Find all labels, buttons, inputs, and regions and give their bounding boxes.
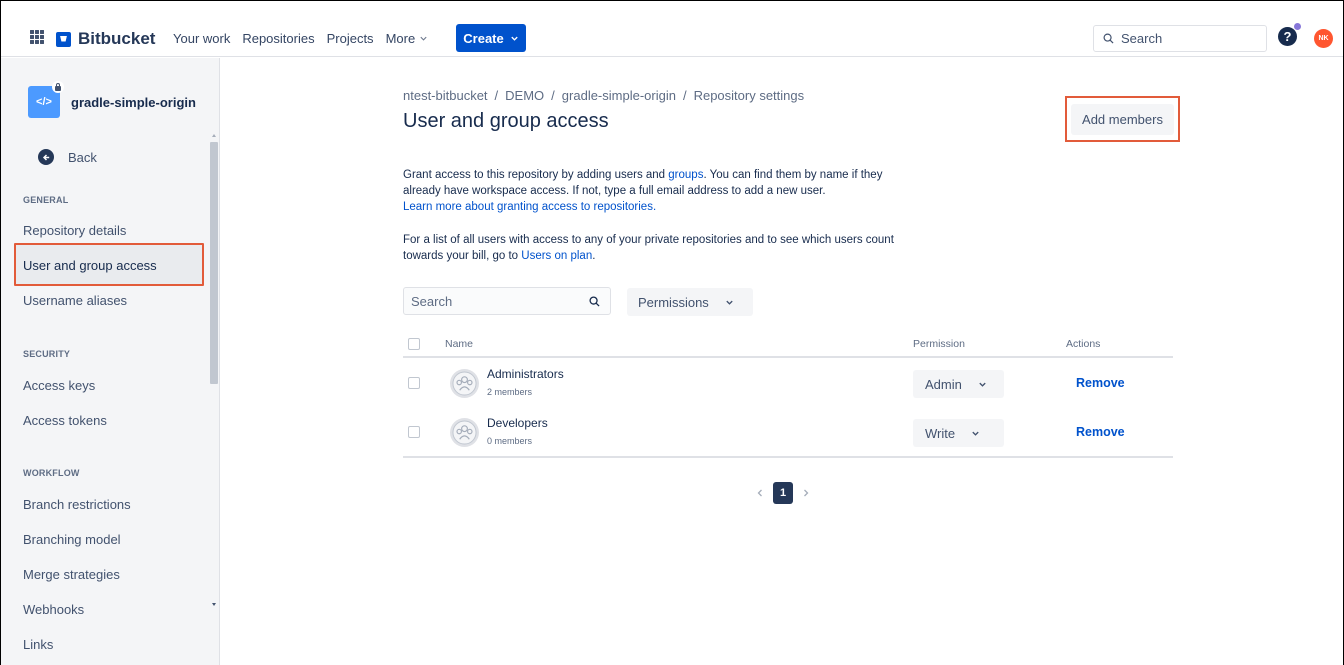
page-title: User and group access xyxy=(403,110,609,132)
chevron-down-icon xyxy=(972,431,979,436)
permission-value: Admin xyxy=(925,376,962,392)
section-workflow: WORKFLOW xyxy=(23,468,80,478)
permission-dropdown[interactable]: Admin xyxy=(913,370,1004,398)
desc2-text-pre: For a list of all users with access to a… xyxy=(403,234,894,262)
primary-nav-links: Your work Repositories Projects More xyxy=(173,31,428,46)
group-icon xyxy=(450,418,479,447)
bitbucket-bucket-icon xyxy=(56,31,71,47)
sidebar-item-username-aliases[interactable]: Username aliases xyxy=(23,293,127,308)
column-header-name[interactable]: Name xyxy=(445,338,473,350)
member-search-input[interactable]: Search xyxy=(403,287,611,315)
member-search-placeholder: Search xyxy=(411,293,453,309)
chevron-down-icon xyxy=(420,36,427,41)
row-checkbox[interactable] xyxy=(408,377,420,389)
global-search-input[interactable]: Search xyxy=(1093,25,1267,52)
previous-page-icon[interactable] xyxy=(755,488,765,498)
table-bottom-divider xyxy=(403,456,1173,458)
bitbucket-logo[interactable]: Bitbucket xyxy=(56,29,155,49)
permission-dropdown[interactable]: Write xyxy=(913,419,1004,447)
groups-link[interactable]: groups xyxy=(668,169,703,181)
code-icon: </> xyxy=(36,96,52,108)
back-label: Back xyxy=(68,149,97,165)
brand-name: Bitbucket xyxy=(78,29,156,48)
sidebar-item-access-tokens[interactable]: Access tokens xyxy=(23,413,107,428)
sidebar-item-links[interactable]: Links xyxy=(23,637,53,652)
sidebar-item-webhooks[interactable]: Webhooks xyxy=(23,602,84,617)
breadcrumb-project[interactable]: DEMO xyxy=(505,88,544,103)
sidebar-item-access-keys[interactable]: Access keys xyxy=(23,378,95,393)
breadcrumb-workspace[interactable]: ntest-bitbucket xyxy=(403,88,488,103)
section-general: GENERAL xyxy=(23,195,69,205)
notification-dot xyxy=(1294,23,1301,30)
learn-more-link[interactable]: Learn more about granting access to repo… xyxy=(403,201,656,213)
breadcrumb-separator: / xyxy=(551,88,555,103)
app-switcher-icon[interactable] xyxy=(30,30,44,44)
group-name: Developers xyxy=(487,416,548,430)
breadcrumb-repository[interactable]: gradle-simple-origin xyxy=(562,88,676,103)
group-member-count: 0 members xyxy=(487,436,533,446)
add-members-button[interactable]: Add members xyxy=(1071,104,1174,135)
breadcrumb: ntest-bitbucket / DEMO / gradle-simple-o… xyxy=(403,88,804,103)
nav-projects[interactable]: Projects xyxy=(327,31,374,46)
repository-name: gradle-simple-origin xyxy=(71,94,196,110)
billing-description: For a list of all users with access to a… xyxy=(403,232,903,264)
scroll-down-arrow[interactable] xyxy=(212,603,216,606)
sidebar-scrollbar-thumb[interactable] xyxy=(210,142,218,384)
nav-your-work[interactable]: Your work xyxy=(173,31,230,46)
next-page-icon[interactable] xyxy=(801,488,811,498)
repository-settings-sidebar: </> gradle-simple-origin Back GENERAL Re… xyxy=(1,58,220,665)
chevron-down-icon xyxy=(726,300,733,305)
pagination: 1 xyxy=(755,482,811,504)
repository-avatar: </> xyxy=(28,81,64,118)
table-header: Name Permission Actions xyxy=(403,335,1173,358)
nav-more-dropdown[interactable]: More xyxy=(386,31,429,46)
access-description: Grant access to this repository by addin… xyxy=(403,167,903,215)
row-checkbox[interactable] xyxy=(408,426,420,438)
chevron-down-icon xyxy=(511,36,518,41)
help-icon[interactable]: ? xyxy=(1278,27,1297,46)
permission-value: Write xyxy=(925,425,956,441)
nav-repositories[interactable]: Repositories xyxy=(242,31,314,46)
arrow-left-icon xyxy=(38,149,54,165)
table-row: Developers 0 members Write Remove xyxy=(403,408,1173,456)
remove-button[interactable]: Remove xyxy=(1076,376,1125,390)
lock-icon xyxy=(52,81,64,93)
search-icon xyxy=(1103,33,1114,44)
permissions-filter-dropdown[interactable]: Permissions xyxy=(627,288,753,316)
group-icon xyxy=(450,369,479,398)
create-button[interactable]: Create xyxy=(456,24,526,52)
breadcrumb-settings[interactable]: Repository settings xyxy=(694,88,805,103)
desc2-text-post: . xyxy=(592,250,596,262)
global-search-placeholder: Search xyxy=(1121,31,1163,46)
remove-button[interactable]: Remove xyxy=(1076,425,1125,439)
page-number-current[interactable]: 1 xyxy=(773,482,793,504)
back-button[interactable]: Back xyxy=(38,149,97,165)
group-name: Administrators xyxy=(487,367,564,381)
breadcrumb-separator: / xyxy=(494,88,499,103)
group-member-count: 2 members xyxy=(487,387,533,397)
nav-more-label: More xyxy=(385,31,416,46)
column-header-actions: Actions xyxy=(1066,338,1101,350)
chevron-down-icon xyxy=(979,382,986,387)
create-button-label: Create xyxy=(463,30,504,46)
permissions-filter-label: Permissions xyxy=(638,294,709,310)
breadcrumb-separator: / xyxy=(682,88,687,103)
sidebar-item-user-and-group-access[interactable]: User and group access xyxy=(23,258,157,273)
section-security: SECURITY xyxy=(23,349,71,359)
column-header-permission[interactable]: Permission xyxy=(913,338,965,350)
sidebar-item-merge-strategies[interactable]: Merge strategies xyxy=(23,567,120,582)
desc1-text-pre: Grant access to this repository by addin… xyxy=(403,169,669,181)
scroll-up-arrow[interactable] xyxy=(212,134,216,137)
sidebar-item-repository-details[interactable]: Repository details xyxy=(23,223,126,238)
sidebar-item-branch-restrictions[interactable]: Branch restrictions xyxy=(23,497,131,512)
search-icon xyxy=(589,295,600,307)
users-on-plan-link[interactable]: Users on plan xyxy=(521,250,592,262)
user-avatar[interactable]: NK xyxy=(1314,29,1333,48)
repository-header[interactable]: </> gradle-simple-origin xyxy=(28,81,196,118)
sidebar-item-branching-model[interactable]: Branching model xyxy=(23,532,121,547)
select-all-checkbox[interactable] xyxy=(408,338,420,350)
table-row: Administrators 2 members Admin Remove xyxy=(403,359,1173,407)
